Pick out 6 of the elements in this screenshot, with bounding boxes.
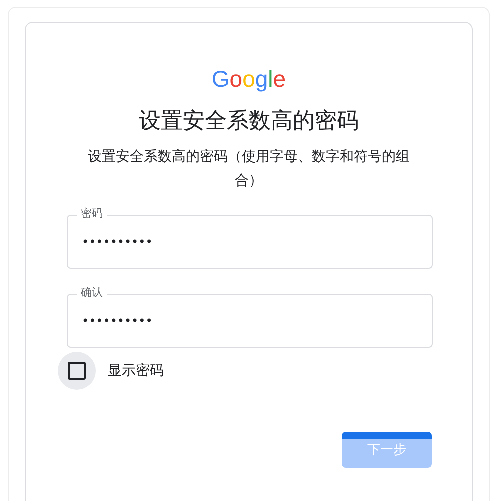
page-title: 设置安全系数高的密码	[139, 108, 359, 136]
checkbox-label: 显示密码	[108, 362, 164, 380]
show-password-checkbox[interactable]	[68, 362, 86, 380]
subtitle: 设置安全系数高的密码（使用字母、数字和符号的组合）	[87, 148, 411, 191]
field-label: 确认	[77, 285, 107, 301]
logo: Google	[212, 65, 286, 93]
